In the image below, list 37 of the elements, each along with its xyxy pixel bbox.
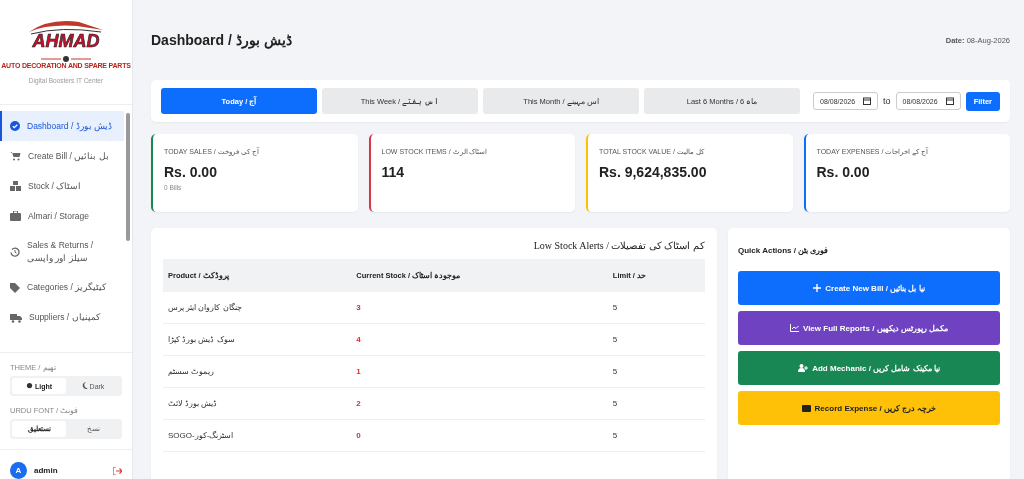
sidebar-item[interactable]: Dashboard / ڈیش بورڈ [0,111,124,141]
table-cell: 5 [607,323,705,356]
table-cell: 3 [351,292,608,324]
table-cell: 5 [607,387,705,420]
table-cell: 4 [351,323,608,356]
table-cell: ریموٹ سسٹم [163,355,352,388]
table-cell: 5 [607,419,705,452]
stat-value: Rs. 0.00 [164,164,218,180]
table-cell: سوک ڈیش بورڈ کپڑا [163,323,352,356]
table-cell: 5 [607,292,705,324]
action-button[interactable]: Create New Bill / نیا بل بنائیں [738,271,1000,305]
page-title: Dashboard / ڈیش بورڈ [151,32,292,48]
table-cell: ڈیش بورڈ لائٹ [163,387,352,420]
table-cell: 1 [351,355,608,388]
to-label: to [883,96,891,106]
sidebar-item[interactable]: Suppliers / کمپنیاں [0,302,124,333]
stat-value: 114 [381,164,406,180]
table-cell: 2 [351,387,608,420]
table-cell: چنگان کاروان ایئر پرس [163,292,352,324]
action-button[interactable]: View Full Reports / مکمل رپورٹس دیکھیں [738,311,1000,345]
sidebar-item[interactable]: Almari / Storage [0,201,124,231]
sidebar-item[interactable]: Categories / کیٹیگریز [0,272,124,303]
stat-value: Rs. 9,624,835.00 [599,164,708,180]
sidebar-item[interactable]: Create Bill / بل بنائیں [0,141,124,171]
user-name: admin [34,466,59,475]
table-cell: 0 [351,419,608,452]
stat-value: Rs. 0.00 [816,164,871,180]
table-cell: 5 [607,355,705,388]
sidebar-item[interactable]: Stock / اسٹاک [0,171,124,201]
action-button[interactable]: Add Mechanic / نیا مکینک شامل کریں [738,351,1000,385]
card-title: کم اسٹاک کی تفصیلات / Low Stock Alerts [532,240,705,251]
sidebar-item[interactable]: Sales & Returns / سیلز اور واپسی [0,231,124,273]
user-avatar: A [10,462,27,479]
logo: AHMAD [21,18,111,64]
table-cell: اسٹرنگ-کور-SOGO [163,419,352,452]
card-title: Quick Actions / فوری بٹن [738,246,830,255]
action-button[interactable]: Record Expense / خرچہ درج کریں [738,391,1000,425]
